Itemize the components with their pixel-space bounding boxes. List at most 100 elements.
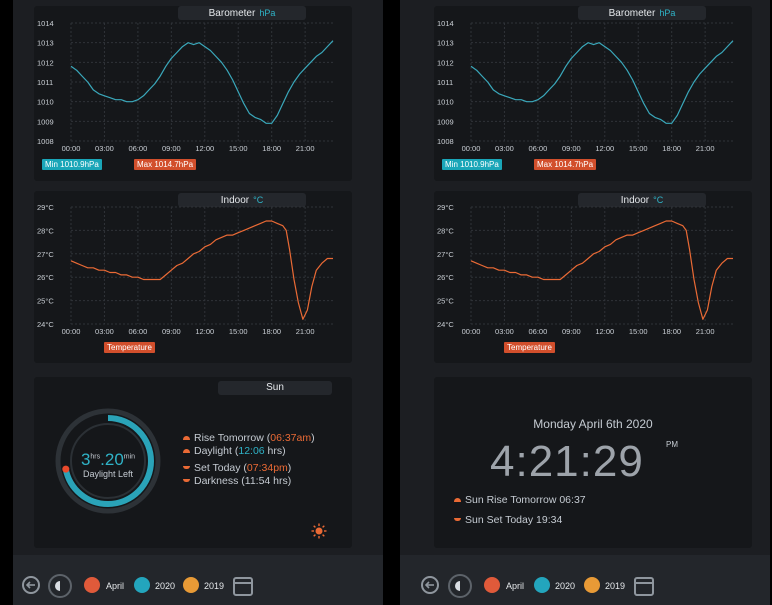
sunrise-value: 06:37am	[270, 432, 312, 444]
x-tick-label: 03:00	[495, 144, 514, 153]
y-tick-label: 1011	[37, 78, 53, 87]
darkness-duration: Darkness (11:54 hrs)	[183, 475, 291, 487]
daylight-suffix: hrs)	[264, 445, 286, 457]
x-tick-label: 18:00	[662, 327, 681, 336]
year-previous-dot[interactable]	[584, 577, 600, 593]
x-tick-label: 12:00	[195, 327, 214, 336]
bottom-toolbar: April 2020 2019	[13, 555, 383, 605]
sunrise-tomorrow: Rise Tomorrow (06:37am)	[183, 432, 315, 444]
y-tick-label: 1014	[37, 19, 54, 28]
clock-sunrise-text: Sun Rise Tomorrow 06:37	[465, 494, 586, 506]
barometer-series-line	[70, 40, 334, 124]
clock-ampm: PM	[666, 440, 678, 449]
daylight-value: 12:06	[238, 445, 265, 457]
indoor-chart: 29°C 28°C 27°C 26°C 25°C 24°C 00:00 03:00 06:00 0…	[437, 203, 733, 336]
daylight-minutes: .20	[100, 450, 124, 469]
indoor-chart: 29°C 28°C 27°C 26°C 25°C 24°C 00:00 03:00 06:00 0…	[37, 203, 333, 336]
y-tick-label: 1014	[437, 19, 454, 28]
x-tick-label: 15:00	[229, 327, 248, 336]
indoor-series-line	[470, 220, 733, 320]
back-button[interactable]	[22, 576, 40, 594]
sunset-icon	[454, 518, 461, 521]
y-tick-label: 27°C	[37, 250, 54, 259]
night-mode-button[interactable]	[48, 574, 72, 598]
x-tick-label: 03:00	[495, 327, 514, 336]
y-tick-label: 1012	[37, 58, 54, 67]
y-tick-label: 26°C	[437, 273, 454, 282]
barometer-chart: 1014 1013 1012 1011 1010 1009 1008 00:00 03:00 06…	[37, 19, 334, 153]
daylight-hours-unit: hrs	[90, 453, 101, 461]
sunset-icon	[183, 466, 190, 469]
indoor-legend-badge: Temperature	[504, 342, 555, 353]
barometer-max-badge: Max 1014.7hPa	[134, 159, 197, 170]
clock-sunrise: Sun Rise Tomorrow 06:37	[454, 494, 586, 506]
x-tick-label: 03:00	[95, 327, 114, 336]
clock-sunset: Sun Set Today 19:34	[454, 514, 562, 526]
year-previous-dot[interactable]	[183, 577, 199, 593]
y-tick-label: 1013	[437, 39, 454, 48]
y-tick-label: 25°C	[437, 297, 454, 306]
daylight-duration: Daylight (12:06 hrs)	[183, 445, 286, 457]
x-tick-label: 15:00	[629, 327, 648, 336]
clock-time: 4:21:29	[490, 437, 644, 486]
daylight-icon	[183, 449, 190, 453]
y-tick-label: 1010	[437, 98, 454, 107]
x-tick-label: 15:00	[629, 144, 648, 153]
right-dashboard-panel: Barometer hPa 1014 1013 1012 1011 1010 1009 100…	[400, 0, 770, 605]
y-tick-label: 26°C	[37, 273, 54, 282]
back-button[interactable]	[421, 576, 439, 594]
month-dot[interactable]	[484, 577, 500, 593]
year-previous-label[interactable]: 2019	[204, 581, 224, 591]
y-tick-label: 1009	[37, 117, 54, 126]
sun-card: Sun 3hrs.20min Daylight Left Rise Tomorr…	[34, 377, 352, 548]
year-current-label[interactable]: 2020	[155, 581, 175, 591]
clock-date: Monday April 6th 2020	[533, 417, 653, 431]
x-tick-label: 03:00	[95, 144, 114, 153]
y-tick-label: 1012	[437, 58, 454, 67]
sunrise-label: Rise Tomorrow (	[194, 432, 271, 444]
arrow-left-icon	[424, 581, 434, 589]
daylight-remaining: 3hrs.20min	[55, 450, 161, 470]
y-tick-label: 1013	[37, 39, 54, 48]
year-previous-label[interactable]: 2019	[605, 581, 625, 591]
indoor-card: Indoor °C 29°C 28°C 27°C 26°C 25°C 24°C 00:00 03…	[434, 191, 752, 363]
x-tick-label: 00:00	[62, 144, 81, 153]
x-tick-label: 09:00	[162, 327, 181, 336]
clock-sunset-text: Sun Set Today 19:34	[465, 514, 563, 526]
barometer-series-line	[470, 40, 734, 124]
x-tick-label: 12:00	[595, 144, 614, 153]
sun-icon[interactable]	[311, 523, 327, 539]
x-tick-label: 18:00	[262, 327, 281, 336]
y-tick-label: 1011	[437, 78, 453, 87]
year-current-dot[interactable]	[134, 577, 150, 593]
x-tick-label: 06:00	[129, 327, 148, 336]
sunrise-icon	[454, 498, 461, 502]
half-moon-icon	[55, 581, 65, 591]
year-current-label[interactable]: 2020	[555, 581, 575, 591]
y-tick-label: 1008	[37, 137, 54, 146]
daylight-left-label: Daylight Left	[82, 469, 134, 479]
x-tick-label: 09:00	[562, 144, 581, 153]
left-dashboard-panel: Barometer hPa 1014 1013 1012 1011 1010 1009 100…	[13, 0, 383, 605]
y-tick-label: 24°C	[437, 320, 454, 329]
x-tick-label: 09:00	[562, 327, 581, 336]
calendar-icon[interactable]	[634, 577, 654, 596]
month-dot[interactable]	[84, 577, 100, 593]
month-label[interactable]: April	[106, 581, 124, 591]
year-current-dot[interactable]	[534, 577, 550, 593]
x-tick-label: 12:00	[595, 327, 614, 336]
x-tick-label: 21:00	[296, 327, 315, 336]
indoor-card: Indoor °C 29°C 28°C 27°C 26°C 25°C 24°C 00:00 03…	[34, 191, 352, 363]
night-mode-button[interactable]	[448, 574, 472, 598]
y-tick-label: 1010	[37, 98, 54, 107]
sunset-today: Set Today (07:34pm)	[183, 462, 291, 474]
calendar-icon[interactable]	[233, 577, 253, 596]
x-tick-label: 15:00	[229, 144, 248, 153]
y-tick-label: 24°C	[37, 320, 54, 329]
barometer-max-badge: Max 1014.7hPa	[534, 159, 597, 170]
half-moon-icon	[455, 581, 465, 591]
x-tick-label: 06:00	[529, 144, 548, 153]
y-tick-label: 29°C	[437, 203, 454, 212]
month-label[interactable]: April	[506, 581, 524, 591]
indoor-series-line	[70, 220, 333, 320]
